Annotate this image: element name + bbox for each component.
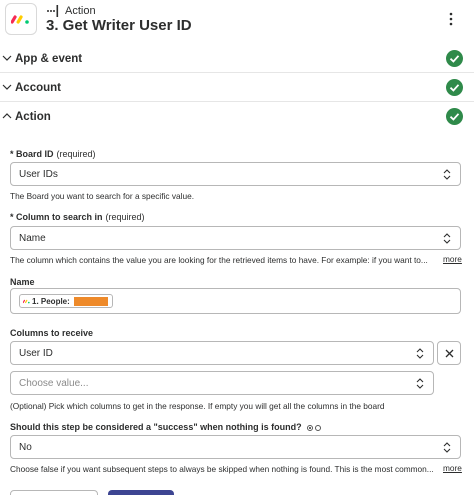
section-app-event[interactable]: App & event	[0, 45, 474, 73]
radio-group	[307, 424, 322, 431]
select-arrows-icon	[443, 233, 451, 244]
name-label: Name	[10, 277, 35, 287]
chevron-up-icon	[2, 113, 12, 119]
columns-receive-help: (Optional) Pick which columns to get in …	[10, 401, 385, 411]
success-nothing-more-link[interactable]: more	[443, 463, 462, 473]
success-nothing-value: No	[19, 441, 32, 453]
success-check-icon	[446, 50, 463, 67]
step-type-label: Action	[65, 5, 96, 17]
columns-receive-label: Columns to receive	[10, 328, 94, 338]
column-search-label-text: Column to search in	[16, 212, 103, 222]
success-nothing-help: Choose false if you want subsequent step…	[10, 464, 434, 474]
success-nothing-label: Should this step be considered a "succes…	[10, 422, 322, 432]
action-step-icon	[47, 5, 59, 17]
pill-label: 1. People:	[32, 296, 70, 306]
columns-receive-select[interactable]: User ID	[10, 341, 434, 365]
section-account[interactable]: Account	[0, 74, 474, 102]
required-tag: (required)	[56, 149, 96, 159]
radio-off[interactable]	[315, 424, 322, 431]
monday-logo-icon	[11, 15, 29, 24]
success-nothing-select[interactable]: No	[10, 435, 461, 459]
remove-column-button[interactable]	[437, 341, 461, 365]
close-icon	[445, 349, 453, 357]
board-id-help: The Board you want to search for a speci…	[10, 191, 195, 201]
section-label: Action	[15, 111, 51, 123]
step-header: Action 3. Get Writer User ID	[0, 0, 474, 42]
board-id-select[interactable]: User IDs	[10, 162, 461, 186]
board-id-label: * Board ID (required)	[10, 149, 96, 159]
columns-receive-value: User ID	[19, 347, 53, 359]
monday-app-logo	[5, 3, 37, 35]
name-input[interactable]: 1. People:	[10, 288, 461, 314]
chevron-down-icon	[2, 84, 12, 90]
monday-logo-icon	[23, 299, 30, 303]
chevron-down-icon	[2, 55, 12, 61]
required-tag: (required)	[105, 212, 145, 222]
board-id-label-text: Board ID	[16, 149, 54, 159]
secondary-button[interactable]	[10, 490, 98, 495]
success-check-icon	[446, 108, 463, 125]
select-arrows-icon	[416, 348, 424, 359]
success-nothing-label-text: Should this step be considered a "succes…	[10, 422, 302, 432]
column-search-label: * Column to search in (required)	[10, 212, 145, 222]
select-arrows-icon	[416, 378, 424, 389]
step-title: 3. Get Writer User ID	[46, 17, 192, 34]
radio-on[interactable]	[307, 424, 314, 431]
column-search-value: Name	[19, 232, 46, 244]
section-label: Account	[15, 81, 61, 94]
column-search-help: The column which contains the value you …	[10, 255, 428, 265]
redacted-value	[73, 296, 108, 306]
step-type: Action	[46, 4, 96, 18]
mapped-field-pill[interactable]: 1. People:	[19, 294, 113, 308]
columns-receive-add-select[interactable]: Choose value...	[10, 371, 434, 395]
success-check-icon	[446, 79, 463, 96]
column-search-more-link[interactable]: more	[443, 254, 462, 264]
column-search-select[interactable]: Name	[10, 226, 461, 250]
section-action[interactable]: Action	[0, 103, 474, 131]
section-label: App & event	[15, 52, 83, 65]
primary-button[interactable]	[108, 490, 174, 495]
board-id-value: User IDs	[19, 168, 58, 180]
choose-value-placeholder: Choose value...	[19, 377, 89, 389]
select-arrows-icon	[443, 442, 451, 453]
select-arrows-icon	[443, 169, 451, 180]
more-options-icon[interactable]	[442, 10, 460, 28]
